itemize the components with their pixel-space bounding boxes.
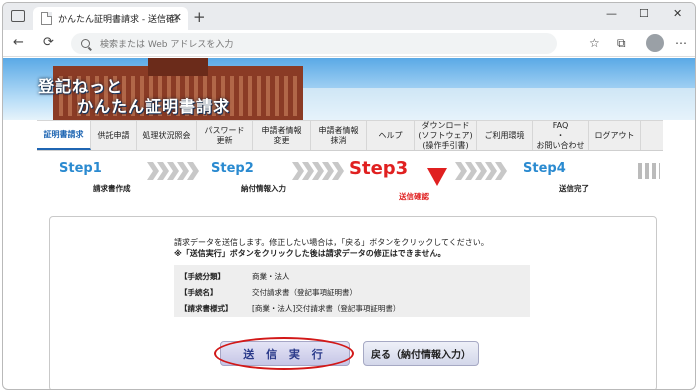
collections-icon[interactable]: ⧉ (617, 36, 626, 51)
address-placeholder: 検索または Web アドレスを入力 (100, 40, 234, 50)
more-menu-icon[interactable]: ⋯ (675, 36, 687, 50)
summary-row: 【手続名】 交付請求書（登記事項証明書） (180, 288, 357, 297)
step2-label: Step2 (211, 161, 254, 176)
favorites-star-icon[interactable]: ☆ (589, 36, 600, 50)
search-icon (81, 39, 90, 48)
back-button[interactable]: 戻る（納付情報入力） (363, 341, 479, 366)
reload-icon[interactable]: ⟳ (43, 35, 54, 50)
new-tab-icon[interactable]: + (193, 8, 206, 26)
maximize-icon[interactable]: ☐ (639, 7, 649, 20)
summary-row: 【請求書様式】 [商業・法人]交付請求書（登記事項証明書） (180, 304, 401, 313)
browser-window: かんたん証明書請求 - 送信確認 ✕ + — ☐ ✕ ← ⟳ 検索または Web… (2, 2, 696, 390)
progress-steps: Step1 請求書作成 Step2 納付情報入力 Step3 送信確認 Step… (37, 153, 663, 209)
back-icon[interactable]: ← (13, 35, 24, 50)
profile-avatar[interactable] (646, 34, 664, 52)
step1-label: Step1 (59, 161, 102, 176)
tab-close-icon[interactable]: ✕ (173, 11, 182, 24)
site-banner: 登記ねっと かんたん証明書請求 (3, 58, 695, 120)
chevrons-1 (147, 162, 199, 180)
menu-item[interactable]: 証明書請求 (37, 121, 91, 150)
logo-line2: かんたん証明書請求 (77, 97, 231, 116)
chevrons-3 (455, 162, 507, 180)
chevrons-2 (292, 162, 344, 180)
step2-sub: 納付情報入力 (241, 184, 286, 193)
menu-item[interactable]: 申請者情報 変更 (253, 121, 311, 150)
close-window-icon[interactable]: ✕ (673, 7, 682, 20)
menu-item[interactable]: ヘルプ (367, 121, 415, 150)
minimize-icon[interactable]: — (606, 7, 617, 20)
step-end-bars (638, 163, 660, 179)
tab-bar: かんたん証明書請求 - 送信確認 ✕ + — ☐ ✕ (3, 3, 695, 30)
step3-label: Step3 (349, 158, 409, 179)
warning-message: ※「送信実行」ボタンをクリックした後は請求データの修正はできません。 (174, 249, 446, 258)
menu-item[interactable]: 供託申請 (91, 121, 137, 150)
menu-item[interactable]: ご利用環境 (477, 121, 533, 150)
summary-row: 【手続分類】 商業・法人 (180, 272, 290, 281)
tab-actions-icon[interactable] (11, 10, 25, 22)
menu-item[interactable]: FAQ ・ お問い合わせ (533, 121, 589, 150)
step1-sub: 請求書作成 (93, 184, 131, 193)
page-favicon-icon (41, 12, 52, 25)
confirm-message: 請求データを送信します。修正したい場合は，「戻る」ボタンをクリックしてください。 (174, 238, 489, 247)
request-summary: 【手続分類】 商業・法人 【手続名】 交付請求書（登記事項証明書） 【請求書様式】[… (174, 265, 530, 317)
address-bar[interactable]: 検索または Web アドレスを入力 (71, 33, 557, 54)
highlight-ring (214, 337, 354, 370)
menu-item[interactable]: ダウンロード (ソフトウェア) (操作手引書) (415, 121, 477, 150)
current-step-arrow-icon (427, 168, 447, 186)
step4-sub: 送信完了 (559, 184, 589, 193)
step4-label: Step4 (523, 161, 566, 176)
navigation-bar: ← ⟳ 検索または Web アドレスを入力 ☆ ⧉ ⋯ (3, 30, 695, 57)
menu-item[interactable]: 処理状況照会 (137, 121, 197, 150)
step3-sub: 送信確認 (399, 192, 429, 201)
main-menu: 証明書請求 供託申請 処理状況照会 パスワード 更新 申請者情報 変更 申請者情報 抹消ヘ… (37, 120, 663, 151)
menu-item[interactable]: パスワード 更新 (197, 121, 253, 150)
confirm-panel: 請求データを送信します。修正したい場合は，「戻る」ボタンをクリックしてください。… (49, 216, 657, 389)
building-background (303, 88, 695, 120)
tab-active[interactable]: かんたん証明書請求 - 送信確認 ✕ (33, 7, 188, 30)
menu-item[interactable]: 申請者情報 抹消 (311, 121, 367, 150)
tab-title: かんたん証明書請求 - 送信確認 (58, 15, 178, 25)
menu-item[interactable]: ログアウト (589, 121, 641, 150)
